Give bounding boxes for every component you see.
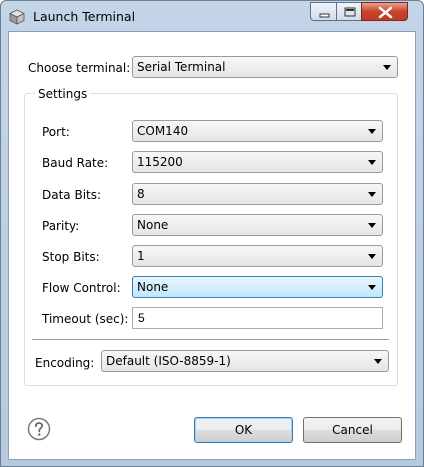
timeout-input[interactable] xyxy=(132,307,383,329)
stop-bits-dropdown[interactable]: 1 xyxy=(132,245,383,267)
ok-button-label: OK xyxy=(234,423,253,437)
baud-rate-dropdown[interactable]: 115200 xyxy=(132,151,383,173)
data-bits-value: 8 xyxy=(137,187,145,201)
window-title: Launch Terminal xyxy=(33,9,136,24)
parity-dropdown[interactable]: None xyxy=(132,214,383,236)
chevron-down-icon xyxy=(368,254,376,259)
help-icon[interactable] xyxy=(27,417,51,441)
port-value: COM140 xyxy=(137,124,189,138)
baud-rate-value: 115200 xyxy=(137,155,183,169)
title-bar[interactable]: Launch Terminal xyxy=(1,1,423,31)
cancel-button[interactable]: Cancel xyxy=(303,417,402,443)
flow-control-value: None xyxy=(137,280,169,294)
maximize-icon xyxy=(344,7,356,17)
cancel-button-label: Cancel xyxy=(332,423,373,437)
data-bits-dropdown[interactable]: 8 xyxy=(132,183,383,205)
chevron-down-icon xyxy=(374,359,382,364)
encoding-dropdown[interactable]: Default (ISO-8859-1) xyxy=(101,350,389,372)
chevron-down-icon xyxy=(368,192,376,197)
minimize-button[interactable] xyxy=(310,2,337,21)
chevron-down-icon xyxy=(368,129,376,134)
port-dropdown[interactable]: COM140 xyxy=(132,120,383,142)
chevron-down-icon xyxy=(368,160,376,165)
encoding-value: Default (ISO-8859-1) xyxy=(106,354,231,368)
encoding-label: Encoding: xyxy=(35,356,95,370)
choose-terminal-value: Serial Terminal xyxy=(137,60,226,74)
close-icon xyxy=(378,6,393,19)
chevron-down-icon xyxy=(383,65,391,70)
timeout-label: Timeout (sec): xyxy=(42,312,129,326)
choose-terminal-dropdown[interactable]: Serial Terminal xyxy=(132,56,398,78)
stop-bits-label: Stop Bits: xyxy=(42,250,100,264)
minimize-icon xyxy=(319,13,330,18)
ok-button[interactable]: OK xyxy=(194,417,293,443)
flow-control-label: Flow Control: xyxy=(42,281,121,295)
chevron-down-icon xyxy=(368,223,376,228)
terminal-cube-icon xyxy=(9,9,25,25)
data-bits-label: Data Bits: xyxy=(42,188,102,202)
parity-value: None xyxy=(137,218,169,232)
port-label: Port: xyxy=(42,125,70,139)
flow-control-dropdown[interactable]: None xyxy=(132,276,383,298)
chevron-down-icon xyxy=(368,285,376,290)
stop-bits-value: 1 xyxy=(137,249,145,263)
separator xyxy=(32,339,389,341)
maximize-button[interactable] xyxy=(336,2,362,21)
parity-label: Parity: xyxy=(42,219,80,233)
choose-terminal-label: Choose terminal: xyxy=(28,61,131,75)
settings-group-title: Settings xyxy=(35,87,91,101)
close-button[interactable] xyxy=(361,2,408,21)
baud-rate-label: Baud Rate: xyxy=(42,156,109,170)
launch-terminal-dialog: Launch Terminal Choose terminal: Serial … xyxy=(0,0,424,467)
